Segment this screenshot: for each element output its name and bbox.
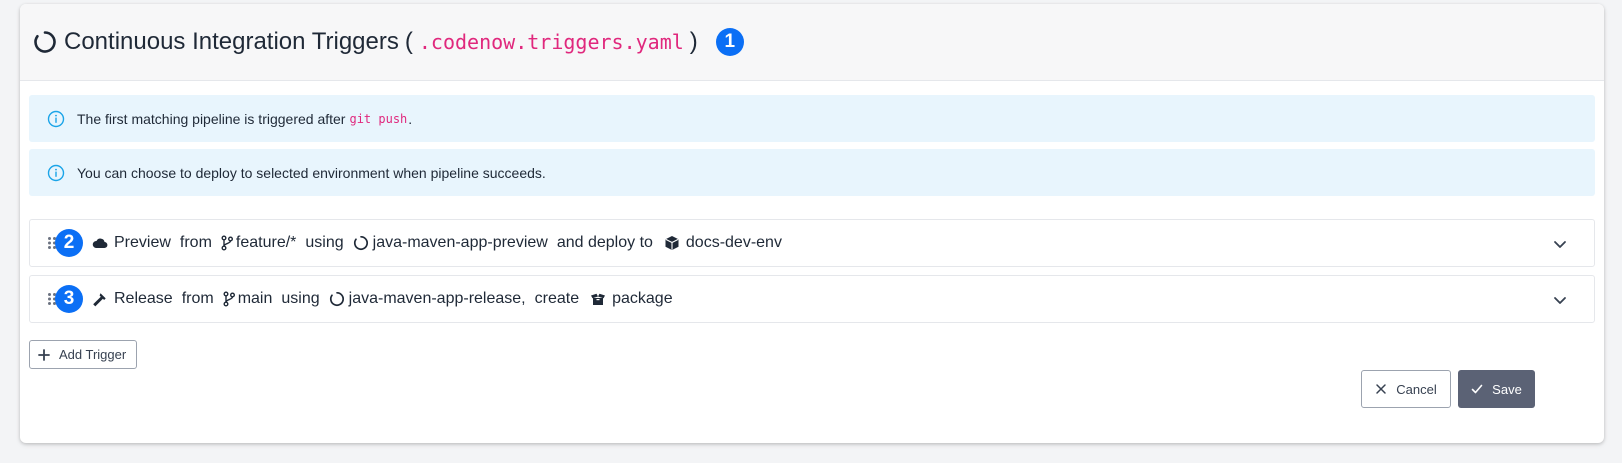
paren-close: ) (689, 28, 698, 55)
pipeline-circle-icon (353, 235, 369, 251)
alert-code: git push (349, 111, 408, 126)
plus-icon (38, 348, 50, 361)
branch-icon (223, 291, 235, 307)
action-label: create (534, 290, 580, 307)
branch-name: main (237, 290, 273, 307)
save-label: Save (1492, 381, 1522, 397)
using-label: using (305, 234, 344, 251)
alert-text: The first matching pipeline is triggered… (77, 110, 346, 127)
cancel-label: Cancel (1396, 381, 1437, 397)
info-icon (47, 164, 65, 182)
artifact-name: package (612, 290, 673, 307)
pipeline-name: java-maven-app-preview (372, 234, 548, 251)
pipeline-circle-icon (329, 291, 345, 307)
from-label: from (181, 290, 214, 307)
pipeline-circle-icon (33, 30, 57, 54)
info-alert-deploy: You can choose to deploy to selected env… (29, 149, 1595, 196)
save-button[interactable]: Save (1458, 370, 1535, 408)
environment-name: docs-dev-env (685, 234, 782, 251)
chevron-down-icon[interactable] (1552, 292, 1568, 308)
branch-icon (221, 235, 233, 251)
step-badge-2: 2 (55, 229, 83, 257)
triggers-card: Continuous Integration Triggers ( .coden… (20, 4, 1604, 443)
pipeline-name: java-maven-app-release, (348, 290, 526, 307)
trigger-row-preview[interactable]: 2 Preview from feature/* using java-mave… (29, 219, 1595, 267)
cube-icon (664, 235, 680, 251)
trigger-row-release[interactable]: 3 Release from main using java-maven-app… (29, 275, 1595, 323)
hammer-icon (92, 291, 108, 307)
card-header: Continuous Integration Triggers ( .coden… (20, 4, 1604, 81)
step-badge-1: 1 (715, 28, 744, 56)
info-alert-first-match: The first matching pipeline is triggered… (29, 95, 1595, 142)
add-trigger-button[interactable]: Add Trigger (29, 340, 138, 369)
using-label: using (281, 290, 320, 307)
page-title: Continuous Integration Triggers (64, 28, 399, 55)
config-filename: .codenow.triggers.yaml (418, 30, 684, 54)
add-trigger-label: Add Trigger (59, 347, 127, 362)
box-open-icon (590, 291, 606, 307)
branch-name: feature/* (235, 234, 297, 251)
from-label: from (179, 234, 212, 251)
cloud-icon (92, 235, 108, 251)
close-icon (1375, 383, 1387, 395)
paren-open: ( (404, 28, 413, 55)
chevron-down-icon[interactable] (1552, 236, 1568, 252)
check-icon (1471, 383, 1483, 395)
trigger-name: Preview (114, 234, 171, 251)
alert-text-end: . (408, 110, 413, 127)
alert-text: You can choose to deploy to selected env… (77, 164, 546, 181)
action-label: and deploy to (556, 234, 653, 251)
info-icon (47, 110, 65, 128)
step-badge-3: 3 (55, 285, 83, 313)
trigger-name: Release (114, 290, 173, 307)
cancel-button[interactable]: Cancel (1361, 370, 1451, 408)
